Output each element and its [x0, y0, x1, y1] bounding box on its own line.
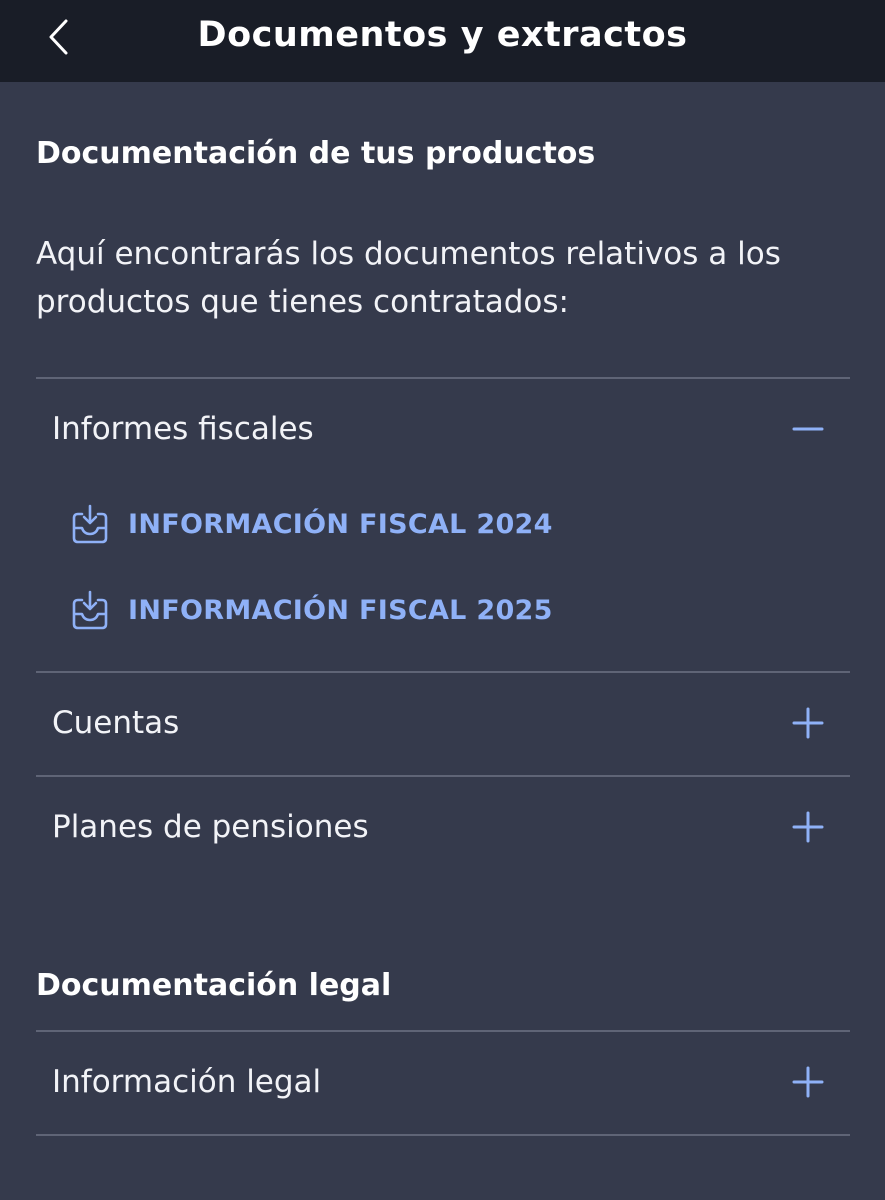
plus-icon[interactable]	[792, 1066, 824, 1098]
accordion-label: Informes fiscales	[52, 411, 314, 447]
page-title: Documentos y extractos	[197, 15, 688, 55]
divider	[36, 1134, 850, 1136]
accordion-cuentas[interactable]: Cuentas	[36, 673, 850, 773]
products-intro-text: Aquí encontrarás los documentos relativo…	[36, 236, 781, 320]
accordion-label: Planes de pensiones	[52, 809, 369, 845]
accordion-label: Información legal	[52, 1064, 322, 1100]
download-tray-icon	[72, 504, 108, 544]
plus-icon[interactable]	[792, 707, 824, 739]
download-fiscal-2025-link[interactable]: INFORMACIÓN FISCAL 2025	[70, 585, 553, 635]
top-bar: Documentos y extractos	[0, 0, 885, 82]
download-fiscal-2024-link[interactable]: INFORMACIÓN FISCAL 2024	[70, 499, 553, 549]
legal-section-title: Documentación legal	[36, 968, 392, 1003]
download-link-label: INFORMACIÓN FISCAL 2025	[128, 594, 553, 626]
accordion-planes-de-pensiones[interactable]: Planes de pensiones	[36, 777, 850, 877]
minus-icon[interactable]	[792, 413, 824, 445]
plus-icon[interactable]	[792, 811, 824, 843]
products-section-title: Documentación de tus productos	[36, 136, 596, 171]
accordion-informacion-legal[interactable]: Información legal	[36, 1032, 850, 1132]
download-tray-icon	[72, 590, 108, 630]
accordion-informes-fiscales[interactable]: Informes fiscales	[36, 379, 850, 479]
download-link-label: INFORMACIÓN FISCAL 2024	[128, 508, 553, 540]
accordion-label: Cuentas	[52, 705, 180, 741]
